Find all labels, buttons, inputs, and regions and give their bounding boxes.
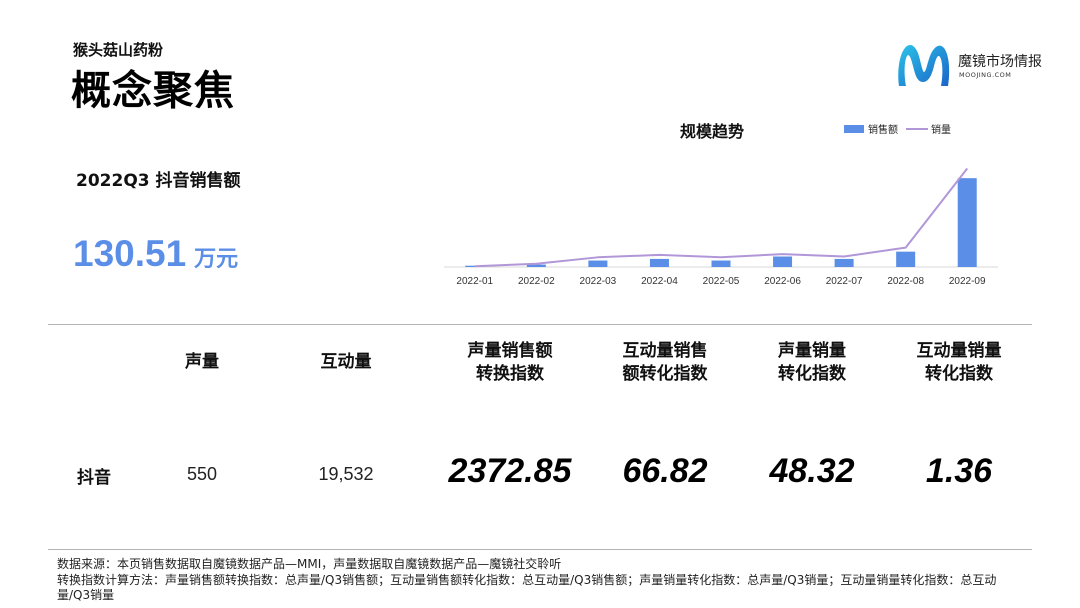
table-cell-4: 66.82 bbox=[622, 452, 708, 490]
footnote-method: 转换指数计算方法：声量销售额转换指数：总声量/Q3销售额；互动量销售额转化指数：… bbox=[57, 572, 997, 603]
column-header-1: 声量 bbox=[127, 351, 277, 374]
column-header-line: 转换指数 bbox=[476, 364, 544, 384]
column-header-line: 转化指数 bbox=[778, 364, 846, 384]
bar-2022-03 bbox=[588, 260, 608, 267]
x-tick-label: 2022-02 bbox=[518, 276, 555, 287]
table-cell-5: 48.32 bbox=[769, 452, 855, 490]
table-top-divider bbox=[48, 324, 1032, 325]
chart-svg: 规模趋势 销售额 销量 2022-01 2022-02 2022-03 2022-04 202… bbox=[444, 122, 998, 287]
column-header-5: 声量销量 转化指数 bbox=[737, 340, 887, 386]
bar-2022-04 bbox=[649, 258, 669, 267]
x-tick-label: 2022-07 bbox=[826, 276, 863, 287]
moojing-logo-icon bbox=[898, 44, 950, 86]
table-cell-6: 1.36 bbox=[925, 452, 993, 490]
column-header-line: 互动量销量 bbox=[916, 341, 1002, 361]
brand-logo: 魔镜市场情报 MOOJING.COM bbox=[893, 40, 1053, 90]
table-cell-3: 2372.85 bbox=[448, 452, 572, 490]
bar-2022-09 bbox=[957, 178, 977, 267]
x-tick-label: 2022-08 bbox=[887, 276, 924, 287]
legend-bar-swatch bbox=[844, 125, 864, 133]
table-cell-1: 550 bbox=[186, 464, 218, 484]
column-header-line: 声量销量 bbox=[778, 341, 846, 361]
page-subtitle: 猴头菇山药粉 bbox=[73, 41, 164, 59]
kpi-label: 2022Q3 抖音销售额 bbox=[76, 171, 241, 191]
column-header-line: 互动量销售 bbox=[622, 341, 708, 361]
legend-label-volume: 销量 bbox=[931, 123, 951, 136]
bar-2022-08 bbox=[896, 251, 916, 267]
bar-2022-06 bbox=[773, 256, 793, 267]
page-title: 概念聚焦 bbox=[71, 68, 235, 114]
column-header-line: 声量 bbox=[185, 352, 219, 372]
chart-title: 规模趋势 bbox=[680, 122, 744, 141]
kpi-value: 130.51 万元 bbox=[73, 233, 238, 275]
column-header-line: 声量销售额 bbox=[467, 341, 553, 361]
x-tick-label: 2022-01 bbox=[456, 276, 493, 287]
x-tick-label: 2022-09 bbox=[949, 276, 986, 287]
x-tick-label: 2022-05 bbox=[703, 276, 740, 287]
line-series-volume bbox=[474, 167, 969, 268]
column-header-6: 互动量销量 转化指数 bbox=[884, 340, 1034, 386]
x-tick-label: 2022-04 bbox=[641, 276, 678, 287]
kpi-number: 130.51 bbox=[73, 233, 187, 274]
x-tick-label: 2022-06 bbox=[764, 276, 801, 287]
column-header-line: 额转化指数 bbox=[622, 364, 708, 384]
footnote-divider bbox=[48, 549, 1032, 550]
x-tick-label: 2022-03 bbox=[580, 276, 617, 287]
column-header-line: 转化指数 bbox=[925, 364, 993, 384]
footnote: 数据来源：本页销售数据取自魔镜数据产品—MMI，声量数据取自魔镜数据产品—魔镜社… bbox=[57, 557, 1027, 604]
table-cell-2: 19,532 bbox=[318, 464, 374, 484]
logo-name-en: MOOJING.COM bbox=[959, 71, 1012, 79]
kpi-unit: 万元 bbox=[194, 247, 239, 272]
row-label-douyin: 抖音 bbox=[77, 468, 111, 488]
column-header-2: 互动量 bbox=[271, 351, 421, 374]
column-header-line: 互动量 bbox=[320, 352, 372, 372]
column-header-3: 声量销售额 转换指数 bbox=[435, 340, 585, 386]
scale-trend-chart: 规模趋势 销售额 销量 2022-01 2022-02 2022-03 2022-04 202… bbox=[430, 112, 1030, 297]
legend-label-sales: 销售额 bbox=[868, 123, 898, 136]
column-header-4: 互动量销售额转化指数 bbox=[590, 340, 740, 386]
bar-2022-07 bbox=[834, 258, 854, 267]
footnote-source: 数据来源：本页销售数据取自魔镜数据产品—MMI，声量数据取自魔镜数据产品—魔镜社… bbox=[57, 557, 562, 571]
logo-name-cn: 魔镜市场情报 bbox=[958, 54, 1042, 70]
bar-2022-05 bbox=[711, 260, 731, 267]
